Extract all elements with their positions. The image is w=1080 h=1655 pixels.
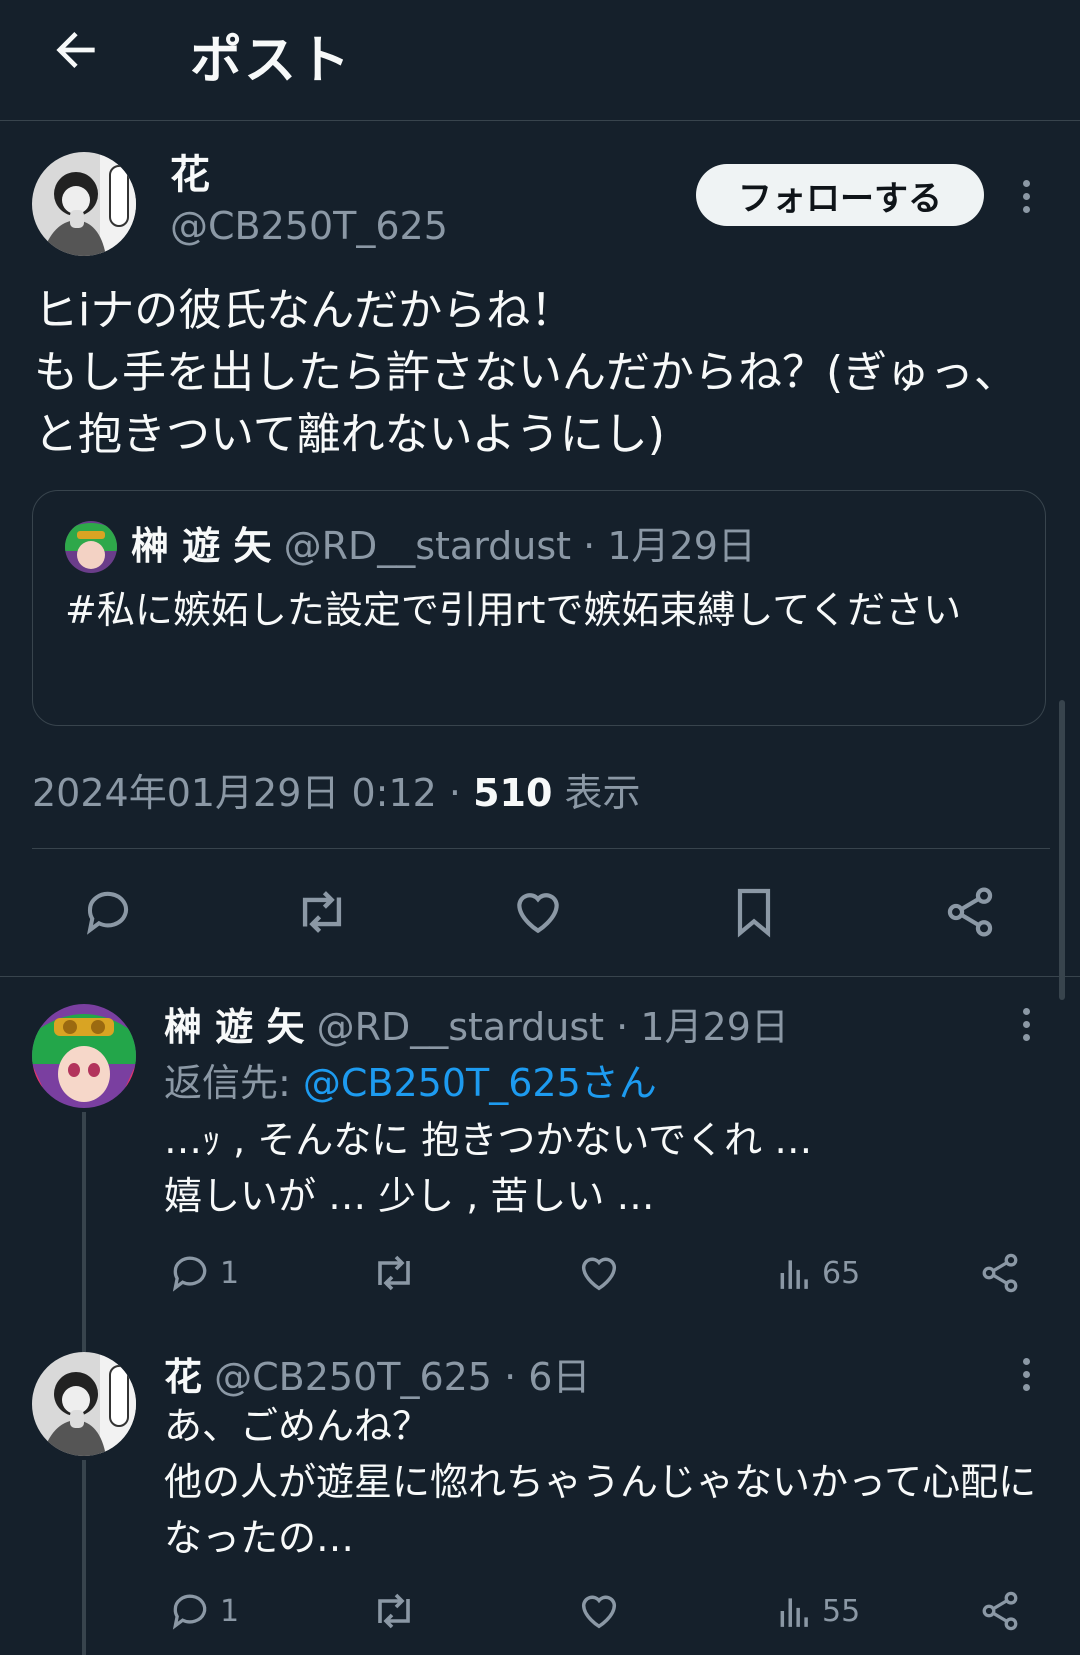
post-timestamp[interactable]: 2024年01月29日 0:12 [32, 771, 437, 815]
like-icon[interactable] [508, 882, 568, 942]
reply-count: 1 [220, 1255, 240, 1291]
avatar[interactable] [32, 152, 136, 256]
more-icon[interactable] [1006, 1354, 1046, 1394]
author-handle[interactable]: @CB250T_625 [170, 200, 448, 252]
thread-line [82, 1112, 86, 1352]
retweet-icon[interactable] [370, 1248, 418, 1298]
avatar[interactable] [32, 1352, 136, 1456]
separator-dot: · [583, 524, 596, 568]
post-text: ヒiナの彼氏なんだからね！ もし手を出したら許さないんだからね？(ぎゅっ、と抱き… [34, 285, 1018, 460]
main-post-author: 花 @CB250T_625 [170, 150, 448, 252]
views-button[interactable]: 65 [776, 1248, 860, 1298]
quote-handle: @RD__stardust [283, 524, 572, 568]
more-icon[interactable] [1006, 176, 1046, 216]
reply-handle[interactable]: @RD__stardust [317, 1005, 605, 1049]
avatar [65, 521, 117, 573]
view-count: 65 [822, 1255, 861, 1291]
views-icon [780, 1598, 808, 1627]
quoted-post[interactable]: 榊 遊 矢 @RD__stardust · 1月29日 #私に嫉妬した設定で引用… [32, 490, 1046, 726]
views-button[interactable]: 55 [776, 1586, 860, 1636]
reply-button[interactable]: 1 [168, 1586, 239, 1636]
like-icon[interactable] [576, 1586, 622, 1636]
separator-dot: · [504, 1355, 517, 1399]
thread-line [82, 1460, 86, 1655]
reply-text: あ、ごめんね？ 他の人が遊星に惚れちゃうんじゃないかって心配になったの… [164, 1404, 1037, 1560]
more-icon[interactable] [1006, 1004, 1046, 1044]
reply-header: 榊 遊 矢 @RD__stardust · 1月29日 [164, 996, 789, 1051]
reply-header: 花 @CB250T_625 · 6日 [164, 1346, 590, 1401]
share-icon[interactable] [978, 1586, 1022, 1636]
reply-icon [172, 1256, 207, 1292]
back-arrow-icon[interactable] [48, 22, 104, 78]
divider [0, 976, 1080, 977]
retweet-icon[interactable] [370, 1586, 418, 1636]
views-label: 表示 [564, 771, 641, 815]
reply-to-line: 返信先: @CB250T_625さん [164, 1052, 657, 1107]
share-icon[interactable] [978, 1248, 1022, 1298]
separator-dot: · [448, 771, 462, 815]
follow-button[interactable]: フォローする [696, 164, 984, 226]
view-count: 55 [822, 1593, 861, 1629]
divider [32, 848, 1050, 849]
page-title: ポスト [190, 31, 353, 91]
bookmark-icon[interactable] [724, 882, 784, 942]
reply-icon [172, 1594, 207, 1630]
reply-text: …ｯ , そんなに 抱きつかないでくれ … 嬉しいが … 少し , 苦しい … [164, 1118, 813, 1218]
reply-date[interactable]: 6日 [528, 1355, 590, 1399]
separator-dot: · [616, 1005, 629, 1049]
quote-header: 榊 遊 矢 @RD__stardust · 1月29日 [131, 515, 756, 570]
post-meta: 2024年01月29日 0:12 · 510 表示 [32, 762, 641, 817]
reply-to-prefix: 返信先: [164, 1061, 303, 1105]
like-icon[interactable] [576, 1248, 622, 1298]
reply-date[interactable]: 1月29日 [640, 1005, 789, 1049]
reply-to-mention[interactable]: @CB250T_625さん [303, 1061, 657, 1105]
top-bar: ポスト [0, 0, 1080, 121]
quote-date: 1月29日 [607, 524, 756, 568]
share-icon[interactable] [940, 882, 1000, 942]
reply-author-name[interactable]: 榊 遊 矢 [164, 1005, 304, 1049]
author-name[interactable]: 花 [170, 150, 448, 200]
reply-icon[interactable] [78, 882, 138, 942]
main-actions-bar [0, 850, 1080, 976]
reply-count: 1 [220, 1593, 240, 1629]
avatar[interactable] [32, 1004, 136, 1108]
retweet-icon[interactable] [292, 882, 352, 942]
quote-text: #私に嫉妬した設定で引用rtで嫉妬束縛してください [65, 588, 962, 632]
reply-handle[interactable]: @CB250T_625 [214, 1355, 492, 1399]
scrollbar[interactable] [1059, 700, 1065, 1000]
reply-author-name[interactable]: 花 [164, 1355, 202, 1399]
reply-button[interactable]: 1 [168, 1248, 239, 1298]
quote-author-name: 榊 遊 矢 [131, 524, 272, 568]
views-count: 510 [473, 771, 553, 815]
views-icon [780, 1260, 808, 1289]
